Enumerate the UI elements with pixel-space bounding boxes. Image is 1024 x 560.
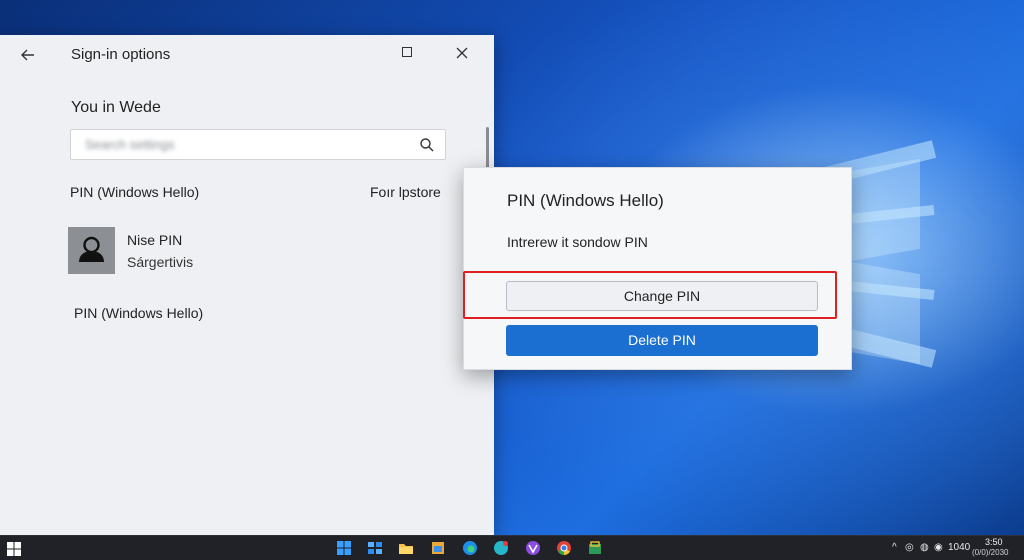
clock-date[interactable]: (0/0)/2030 [972,548,1008,557]
user-icon [79,236,104,262]
search-icon [420,138,434,152]
battery-icon[interactable]: ◉ [934,542,943,553]
right-link[interactable]: Foır lpstore [370,184,441,200]
file-explorer-icon[interactable] [398,540,414,556]
windows-logo-pane [850,158,920,262]
change-pin-button[interactable]: Change PIN [506,281,818,311]
option-title[interactable]: Nise PIN [127,232,182,248]
title-bar: Sign-in options [0,35,494,75]
window-title: Sign-in options [71,46,171,63]
back-button[interactable] [14,43,42,67]
close-button[interactable] [452,41,472,63]
pin-windows-hello-label: PIN (Windows Hello) [70,184,200,200]
close-icon [456,47,468,59]
windows-logo-pane [850,261,920,365]
search-input[interactable]: Search settings [70,129,446,160]
pin-dialog: PIN (Windows Hello) Intrerew it sondow P… [463,167,852,370]
scrollbar[interactable] [486,127,489,169]
volume-icon[interactable]: ◍ [920,542,929,553]
clock-time[interactable]: 3:50 [985,537,1003,547]
store-icon[interactable] [587,540,603,556]
taskbar: ^ ◎ ◍ ◉ 1040 3:50 (0/0)/2030 [0,535,1024,560]
windows-start-icon[interactable] [336,540,352,556]
section-heading: You in Wede [71,99,161,116]
delete-pin-button[interactable]: Delete PIN [506,325,818,356]
dialog-title: PIN (Windows Hello) [507,191,664,210]
arrow-left-icon [21,49,34,61]
tray-language[interactable]: 1040 [948,542,970,553]
wifi-icon[interactable]: ◎ [905,542,914,553]
widgets-icon[interactable] [367,540,383,556]
maximize-icon [402,47,412,57]
search-input-value: Search settings [85,137,175,152]
folder-icon[interactable] [430,540,446,556]
dialog-description: Intrerew it sondow PIN [507,234,648,250]
avatar [68,227,115,274]
edge-icon[interactable] [462,540,478,556]
chrome-icon[interactable] [556,540,572,556]
edge-dev-icon[interactable] [493,540,509,556]
app-purple-icon[interactable] [525,540,541,556]
option-subtitle: Sárgertivis [127,254,194,270]
maximize-button[interactable] [398,43,418,63]
settings-window: Sign-in options You in Wede Search setti… [0,35,494,535]
chevron-up-icon[interactable]: ^ [892,542,897,553]
pin-windows-hello-label-2[interactable]: PIN (Windows Hello) [74,305,203,321]
windows-start-icon[interactable] [6,541,22,557]
